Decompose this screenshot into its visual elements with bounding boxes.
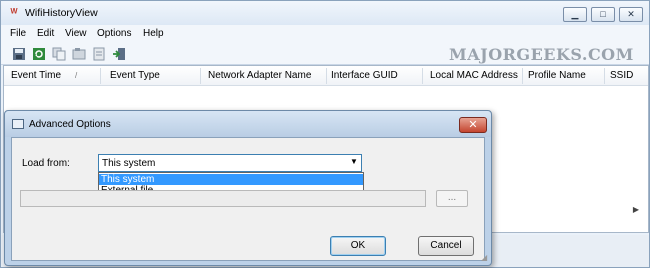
html-report-icon[interactable] xyxy=(91,46,107,62)
column-divider[interactable] xyxy=(604,68,605,84)
col-ssid[interactable]: SSID xyxy=(610,70,633,81)
column-divider[interactable] xyxy=(326,68,327,84)
minimize-button[interactable]: ▁ xyxy=(563,7,587,22)
col-interface-guid[interactable]: Interface GUID xyxy=(331,70,398,81)
title-bar: ᵂ WifiHistoryView ▁ □ ✕ xyxy=(1,1,649,25)
watermark: MAJORGEEKS.COM xyxy=(449,45,634,64)
resize-grip-icon[interactable]: ◢ xyxy=(481,253,489,262)
table-header: Event Time / Event Type Network Adapter N… xyxy=(4,66,648,86)
load-from-select[interactable]: This system ▼ xyxy=(98,154,362,172)
dialog-title: Advanced Options xyxy=(29,119,111,130)
load-from-value: This system xyxy=(102,158,156,169)
dialog-window-icon xyxy=(12,119,24,129)
menu-view[interactable]: View xyxy=(65,28,87,39)
col-network-adapter-name[interactable]: Network Adapter Name xyxy=(208,70,311,81)
dialog-title-bar: Advanced Options ✕ xyxy=(5,111,491,137)
dialog-body: Load from: This system ▼ This system Ext… xyxy=(11,137,485,261)
col-local-mac-address[interactable]: Local MAC Address xyxy=(430,70,518,81)
refresh-icon[interactable] xyxy=(31,46,47,62)
copy-icon[interactable] xyxy=(51,46,67,62)
menu-edit[interactable]: Edit xyxy=(37,28,54,39)
close-button[interactable]: ✕ xyxy=(619,7,643,22)
wifi-history-icon: ᵂ xyxy=(10,7,18,19)
close-icon: ✕ xyxy=(468,119,478,131)
menu-help[interactable]: Help xyxy=(143,28,164,39)
properties-icon[interactable] xyxy=(71,46,87,62)
option-this-system[interactable]: This system xyxy=(99,174,363,185)
cancel-button[interactable]: Cancel xyxy=(418,236,474,256)
column-divider[interactable] xyxy=(100,68,101,84)
menu-bar: File Edit View Options Help xyxy=(1,25,649,43)
col-event-type[interactable]: Event Type xyxy=(110,70,160,81)
col-event-time[interactable]: Event Time / xyxy=(11,70,77,81)
sort-indicator-icon: / xyxy=(75,71,78,80)
chevron-down-icon[interactable]: ▼ xyxy=(350,157,358,166)
column-divider[interactable] xyxy=(200,68,201,84)
column-divider[interactable] xyxy=(422,68,423,84)
column-divider[interactable] xyxy=(522,68,523,84)
advanced-options-dialog: Advanced Options ✕ Load from: This syste… xyxy=(4,110,492,266)
browse-button[interactable]: ... xyxy=(436,190,468,207)
menu-file[interactable]: File xyxy=(10,28,26,39)
save-icon[interactable] xyxy=(11,46,27,62)
exit-icon[interactable] xyxy=(111,46,127,62)
col-profile-name[interactable]: Profile Name xyxy=(528,70,586,81)
dialog-close-button[interactable]: ✕ xyxy=(459,117,487,133)
maximize-button[interactable]: □ xyxy=(591,7,615,22)
menu-options[interactable]: Options xyxy=(97,28,131,39)
window-title: WifiHistoryView xyxy=(25,7,98,19)
external-file-path-input[interactable] xyxy=(20,190,426,207)
scroll-right-icon[interactable]: ▶ xyxy=(630,204,642,216)
load-from-label: Load from: xyxy=(22,158,70,169)
ok-button[interactable]: OK xyxy=(330,236,386,256)
